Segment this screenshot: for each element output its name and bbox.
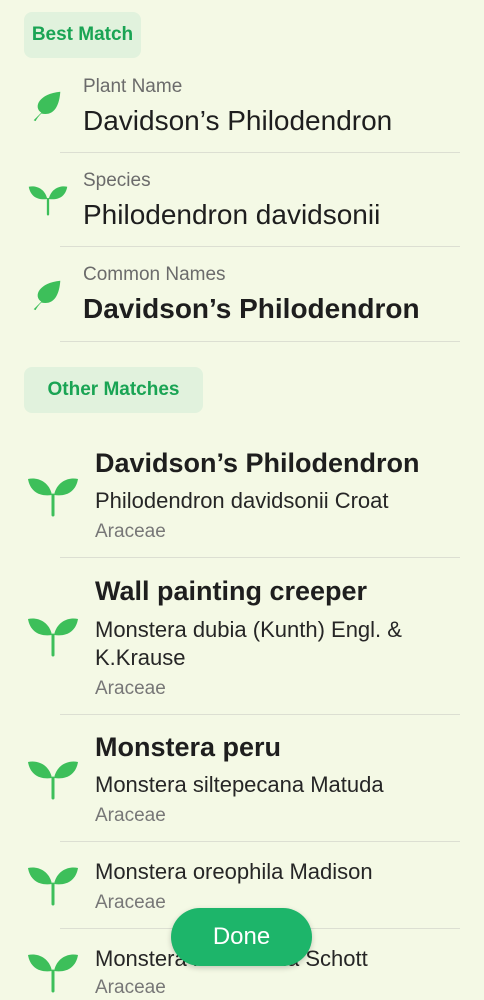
match-scientific-name: Monstera dubia (Kunth) Engl. & K.Krause — [95, 617, 402, 670]
match-family: Araceae — [95, 521, 166, 542]
match-scientific-name: Monstera siltepecana Matuda — [95, 772, 384, 797]
plant-name-label: Plant Name — [83, 76, 183, 97]
leaf-icon — [28, 86, 66, 124]
common-names-value: Davidson’s Philodendron — [83, 293, 420, 324]
match-scientific-name: Philodendron davidsonii Croat — [95, 488, 389, 513]
leaf-icon — [28, 275, 66, 313]
sprout-icon — [27, 613, 79, 657]
match-family: Araceae — [95, 805, 166, 826]
divider — [60, 246, 460, 247]
plant-name-value: Davidson’s Philodendron — [83, 105, 393, 136]
sprout-icon — [27, 473, 79, 517]
sprout-icon — [27, 862, 79, 906]
other-matches-header-label: Other Matches — [47, 379, 180, 400]
divider — [60, 714, 460, 715]
divider — [60, 152, 460, 153]
match-title: Wall painting creeper — [95, 576, 368, 606]
match-family: Araceae — [95, 977, 166, 998]
match-family: Araceae — [95, 678, 166, 699]
match-scientific-name: Monstera oreophila Madison — [95, 859, 373, 884]
other-matches-header: Other Matches — [24, 367, 203, 413]
divider — [60, 841, 460, 842]
done-button[interactable]: Done — [171, 908, 312, 966]
match-title: Monstera peru — [95, 732, 282, 762]
species-label: Species — [83, 170, 151, 191]
sprout-icon — [27, 756, 79, 800]
sprout-icon — [28, 181, 68, 217]
best-match-row-plant-name: Plant Name Davidson’s Philodendron — [0, 0, 484, 153]
match-title: Davidson’s Philodendron — [95, 448, 420, 478]
divider — [60, 341, 460, 342]
species-value: Philodendron davidsonii — [83, 199, 381, 230]
divider — [60, 557, 460, 558]
match-family: Araceae — [95, 892, 166, 913]
done-button-label: Done — [212, 923, 271, 950]
sprout-icon — [27, 949, 79, 993]
common-names-label: Common Names — [83, 264, 226, 285]
